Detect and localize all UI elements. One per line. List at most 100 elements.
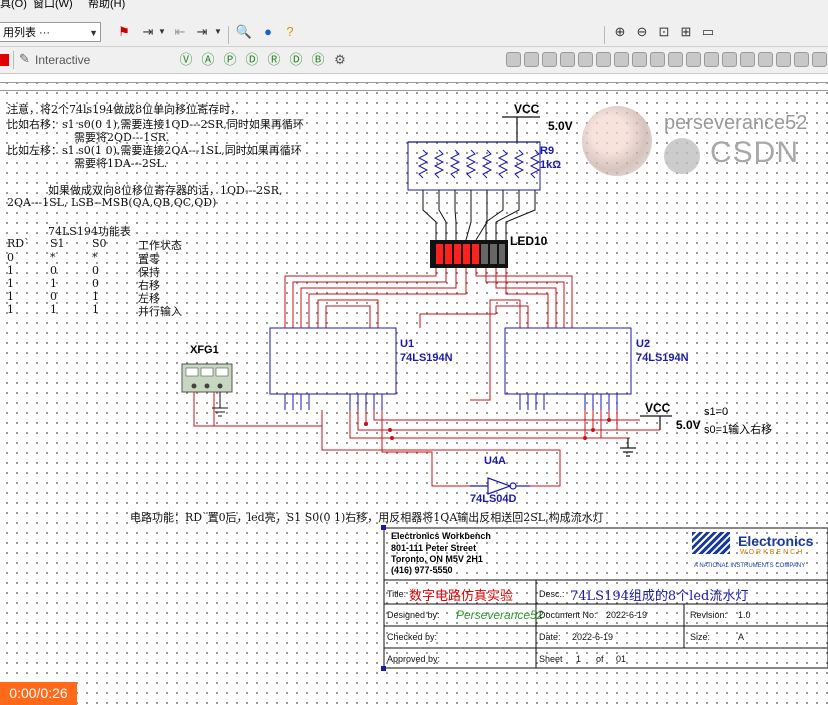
probe-current-icon[interactable]: Ⓐ (198, 50, 218, 70)
tb-revision-value: 1.0 (738, 610, 751, 620)
instrument-button[interactable] (758, 52, 773, 67)
full-screen-icon[interactable]: ▭ (698, 22, 718, 42)
u2-ref[interactable]: U2 (636, 338, 650, 350)
vcc-right-label[interactable]: VCC (645, 401, 670, 415)
resistor-ref[interactable]: R9 (540, 145, 554, 157)
tb-of-label: of (596, 654, 604, 664)
tb-checked-label: Checked by: (387, 632, 438, 642)
instrument-button[interactable] (542, 52, 557, 67)
tb-title-label: Title: (387, 589, 407, 599)
probe-bus-icon[interactable]: Ⓑ (308, 50, 328, 70)
tb-logo-sub: WORKBENCH (740, 549, 805, 556)
probe-power-icon[interactable]: Ⓟ (220, 50, 240, 70)
zoom-fit-icon[interactable]: ⊞ (676, 22, 696, 42)
table-cell: 0 (7, 251, 14, 264)
note-line-1: 注意，将2个74ls194做成8位单向移位寄存时， (7, 103, 242, 116)
zoom-in-icon[interactable]: ⊕ (610, 22, 630, 42)
list-select[interactable]: 用列表 ··· ▼ (0, 22, 101, 42)
note-line-5: 需要将1DA---2SL. (74, 157, 168, 170)
list-select-value: 用列表 ··· (3, 27, 51, 39)
dropdown-arrow-icon[interactable]: ▼ (152, 22, 172, 42)
menu-item-tools[interactable]: 具(O) (0, 0, 27, 10)
u1-chip-symbol (269, 327, 397, 410)
probe-voltage-icon[interactable]: Ⓥ (176, 50, 196, 70)
instrument-button[interactable] (614, 52, 629, 67)
instrument-button[interactable] (650, 52, 665, 67)
instrument-button[interactable] (704, 52, 719, 67)
globe-icon[interactable]: ● (258, 22, 278, 42)
table-cell: 1 (7, 264, 14, 277)
toolbar-main: 用列表 ··· ▼ ⚑ ⇥ ▼ ⇤ ⇥ ▼ 🔍 ● ? ⊕ ⊖ ⊡ ⊞ ▭ (0, 12, 828, 47)
tb-size-value: A (738, 632, 745, 642)
tb-sheet-value: 1 (576, 654, 582, 664)
settings-gear-icon[interactable]: ⚙ (330, 50, 350, 70)
tb-logo-text: Electronics (738, 533, 814, 549)
vcc-right-voltage: 5.0V (676, 418, 701, 432)
tb-of-value: 01 (616, 654, 627, 664)
table-cell: 并行输入 (138, 305, 182, 318)
dropdown-arrow-icon[interactable]: ▼ (208, 22, 228, 42)
watermark-name: perseverance52 (664, 112, 808, 134)
table-cell: 1 (92, 290, 99, 303)
interactive-label[interactable]: Interactive (35, 53, 90, 67)
find-icon[interactable]: 🔍 (234, 22, 254, 42)
instrument-button[interactable] (812, 52, 827, 67)
probe-icon[interactable]: ⚑ (114, 22, 134, 42)
inverter-ref[interactable]: U4A (484, 455, 506, 467)
instrument-button[interactable] (794, 52, 809, 67)
schematic-canvas[interactable]: 注意，将2个74ls194做成8位单向移位寄存时， 比如右移：s1 s0(0 1… (0, 74, 828, 705)
tb-revision-label: Revision: (690, 610, 728, 620)
run-indicator[interactable] (0, 54, 9, 66)
u1-ref[interactable]: U1 (400, 338, 414, 350)
function-table-header-s1: S1 (50, 237, 65, 250)
tb-address2: Toronto, ON M5V 2H1 (391, 554, 483, 564)
probe-ref-icon[interactable]: Ⓡ (264, 50, 284, 70)
table-cell: 0 (50, 290, 57, 303)
zoom-out-icon[interactable]: ⊖ (632, 22, 652, 42)
menu-item-help[interactable]: 帮助(H) (88, 0, 125, 10)
zoom-area-icon[interactable]: ⊡ (654, 22, 674, 42)
playback-timer: 0:00/0:26 (0, 682, 77, 705)
instrument-button[interactable] (506, 52, 521, 67)
instrument-button[interactable] (776, 52, 791, 67)
ewb-logo-icon (692, 532, 730, 554)
instrument-button[interactable] (578, 52, 593, 67)
tb-company: Electronics Workbench (391, 531, 491, 541)
function-generator-symbol (181, 363, 233, 417)
u2-part: 74LS194N (636, 352, 689, 364)
table-cell: 1 (50, 303, 57, 316)
menu-item-window[interactable]: 窗口(W) (33, 0, 73, 10)
resistor-value: 1kΩ (540, 159, 562, 171)
instrument-button[interactable] (722, 52, 737, 67)
table-cell: 0 (92, 277, 99, 290)
table-cell: 1 (7, 277, 14, 290)
instrument-button[interactable] (668, 52, 683, 67)
table-cell: 1 (7, 290, 14, 303)
table-cell: 1 (92, 303, 99, 316)
instrument-button[interactable] (596, 52, 611, 67)
instrument-button[interactable] (740, 52, 755, 67)
led-ref[interactable]: LED10 (510, 234, 547, 248)
note-line-7: 2QA---1SL, LSB--MSB(QA,QB,QC,QD) (7, 196, 217, 209)
tb-address1: 801-111 Peter Street (391, 543, 477, 553)
probe-digital-icon[interactable]: Ⓓ (286, 50, 306, 70)
probe-diff-icon[interactable]: Ⓓ (242, 50, 262, 70)
instrument-button[interactable] (524, 52, 539, 67)
vcc-top-label[interactable]: VCC (514, 102, 539, 116)
menu-bar: 具(O) 窗口(W) 帮助(H) (0, 0, 828, 12)
s1-note: s1=0 (704, 406, 729, 418)
watermark-site: CSDN (710, 136, 800, 169)
s0-note: s0=1输入右移 (704, 424, 773, 436)
watermark-avatar-icon (582, 106, 652, 176)
instrument-button[interactable] (686, 52, 701, 67)
tb-desc-label: Desc.: (539, 589, 565, 599)
forward-back-icon[interactable]: ⇤ (170, 22, 190, 42)
table-cell: * (50, 251, 56, 264)
tb-phone: (416) 977-5550 (391, 565, 453, 575)
instrument-button[interactable] (632, 52, 647, 67)
help-icon[interactable]: ? (280, 22, 300, 42)
tb-approved-label: Approved by: (387, 654, 441, 664)
resistor-pack-symbol (407, 141, 541, 191)
instrument-button[interactable] (560, 52, 575, 67)
function-generator-label[interactable]: XFG1 (190, 344, 219, 356)
